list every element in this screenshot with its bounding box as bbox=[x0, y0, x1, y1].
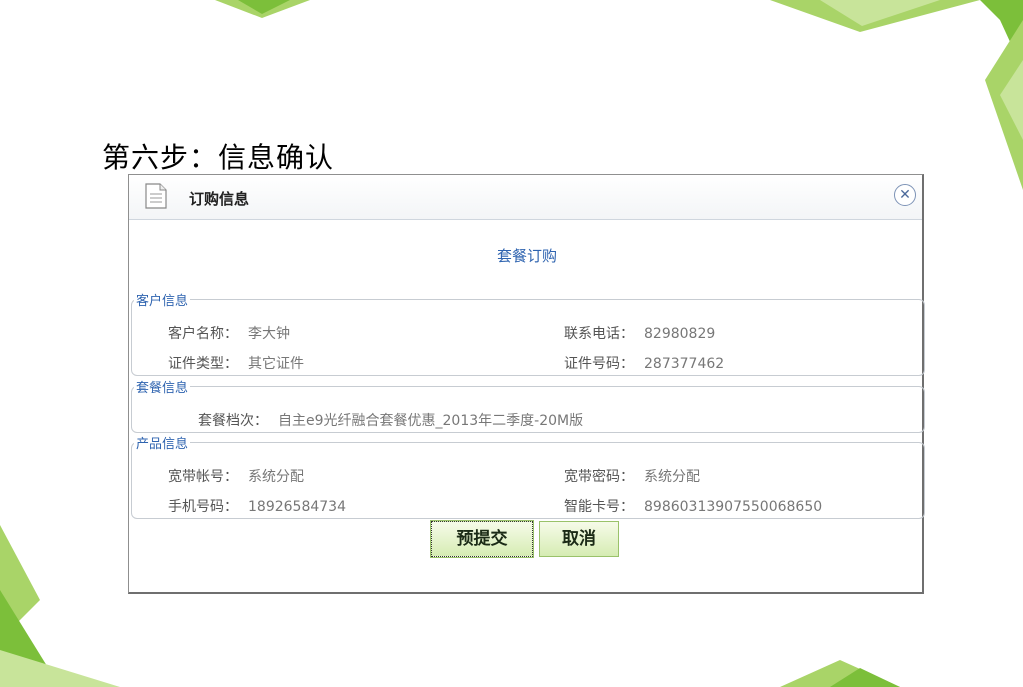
customer-name-row: 客户名称： 李大钟 bbox=[168, 323, 290, 343]
page-title: 第六步：信息确认 bbox=[102, 141, 335, 174]
close-icon[interactable]: ✕ bbox=[894, 184, 916, 206]
mobile-number-value: 18926584734 bbox=[248, 499, 346, 515]
mobile-number-row: 手机号码： 18926584734 bbox=[168, 496, 346, 516]
package-info-legend: 套餐信息 bbox=[136, 381, 189, 396]
id-type-row: 证件类型： 其它证件 bbox=[168, 353, 304, 373]
id-number-row: 证件号码： 287377462 bbox=[564, 353, 724, 373]
contact-phone-label: 联系电话： bbox=[564, 326, 634, 342]
package-info-fieldset: 套餐信息 套餐档次： 自主e9光纤融合套餐优惠_2013年二季度-20M版 bbox=[131, 377, 925, 433]
broadband-password-value: 系统分配 bbox=[644, 469, 700, 485]
customer-info-legend: 客户信息 bbox=[136, 294, 189, 309]
customer-name-value: 李大钟 bbox=[248, 326, 290, 342]
contact-phone-row: 联系电话： 82980829 bbox=[564, 323, 715, 343]
package-tier-label: 套餐档次： bbox=[198, 413, 268, 429]
broadband-account-row: 宽带帐号： 系统分配 bbox=[168, 466, 304, 486]
id-type-label: 证件类型： bbox=[168, 356, 238, 372]
customer-info-fieldset: 客户信息 客户名称： 李大钟 联系电话： 82980829 证件类型： 其它证件 证件… bbox=[131, 290, 925, 376]
product-info-legend: 产品信息 bbox=[136, 437, 189, 452]
customer-name-label: 客户名称： bbox=[168, 326, 238, 342]
package-tier-row: 套餐档次： 自主e9光纤融合套餐优惠_2013年二季度-20M版 bbox=[198, 410, 583, 430]
id-number-label: 证件号码： bbox=[564, 356, 634, 372]
dialog-header: 订购信息 ✕ bbox=[129, 175, 922, 220]
product-info-fieldset: 产品信息 宽带帐号： 系统分配 宽带密码： 系统分配 手机号码： 1892658473… bbox=[131, 433, 925, 519]
broadband-password-label: 宽带密码： bbox=[564, 469, 634, 485]
smartcard-number-value: 89860313907550068650 bbox=[644, 499, 823, 515]
smartcard-number-row: 智能卡号： 89860313907550068650 bbox=[564, 496, 822, 516]
package-tier-value: 自主e9光纤融合套餐优惠_2013年二季度-20M版 bbox=[278, 413, 584, 429]
document-icon bbox=[145, 183, 167, 209]
dialog-title: 订购信息 bbox=[189, 190, 250, 208]
contact-phone-value: 82980829 bbox=[644, 326, 716, 342]
smartcard-number-label: 智能卡号： bbox=[564, 499, 634, 515]
broadband-password-row: 宽带密码： 系统分配 bbox=[564, 466, 700, 486]
section-heading: 套餐订购 bbox=[496, 247, 557, 265]
id-number-value: 287377462 bbox=[644, 356, 725, 372]
cancel-button[interactable]: 取消 bbox=[539, 521, 619, 557]
order-info-dialog: 订购信息 ✕ 套餐订购 客户信息 客户名称： 李大钟 联系电话： 82980829 … bbox=[128, 174, 925, 594]
pre-submit-button[interactable]: 预提交 bbox=[430, 520, 534, 558]
id-type-value: 其它证件 bbox=[248, 356, 304, 372]
broadband-account-label: 宽带帐号： bbox=[168, 469, 238, 485]
mobile-number-label: 手机号码： bbox=[168, 499, 238, 515]
broadband-account-value: 系统分配 bbox=[248, 469, 304, 485]
